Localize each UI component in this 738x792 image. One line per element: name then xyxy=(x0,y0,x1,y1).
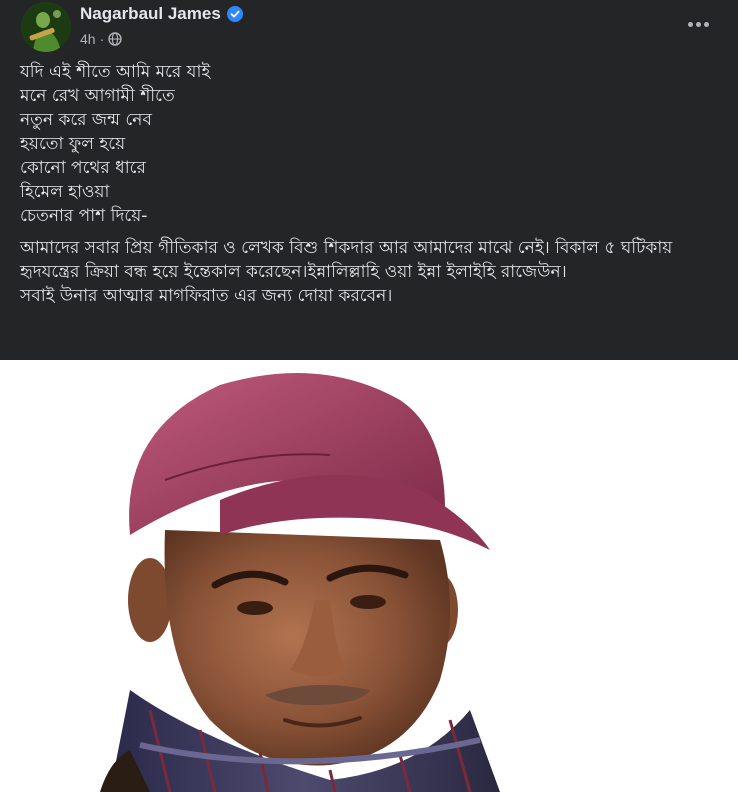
meta-separator: · xyxy=(99,31,105,47)
poem-line: কোনো পথের ধারে xyxy=(20,158,146,178)
author-avatar[interactable] xyxy=(21,2,71,52)
poem-line: চেতনার পাশ দিয়ে- xyxy=(20,206,148,226)
poem-line: যদি এই শীতে আমি মরে যাই xyxy=(20,62,211,82)
post-text: যদি এই শীতে আমি মরে যাই মনে রেখ আগামী শী… xyxy=(20,60,720,308)
post-timestamp[interactable]: 4h xyxy=(80,31,96,47)
poem-line: নতুন করে জন্ম নেব xyxy=(20,110,152,130)
avatar-image xyxy=(21,2,71,52)
announcement-paragraph: আমাদের সবার প্রিয় গীতিকার ও লেখক বিশু শ… xyxy=(20,238,673,282)
author-row: Nagarbaul James xyxy=(80,4,243,24)
author-name[interactable]: Nagarbaul James xyxy=(80,4,221,24)
globe-icon[interactable] xyxy=(108,32,122,46)
post-meta: 4h · xyxy=(80,31,122,47)
post-photo[interactable] xyxy=(0,360,738,792)
poem-line: হিমেল হাওয়া xyxy=(20,182,110,202)
post-message: আমাদের সবার প্রিয় গীতিকার ও লেখক বিশু শ… xyxy=(20,236,720,308)
poem-line: মনে রেখ আগামী শীতে xyxy=(20,86,175,106)
post-header: Nagarbaul James 4h · xyxy=(0,0,738,56)
portrait-illustration xyxy=(0,360,738,792)
verified-badge-icon xyxy=(226,6,243,22)
poem-line: হয়তো ফুল হয়ে xyxy=(20,134,126,154)
more-options-icon[interactable] xyxy=(680,10,716,38)
prayer-paragraph: সবাই উনার আত্মার মাগফিরাত এর জন্য দোয়া … xyxy=(20,286,393,306)
facebook-post: Nagarbaul James 4h · যদি এই শীতে আমি মরে… xyxy=(0,0,738,792)
